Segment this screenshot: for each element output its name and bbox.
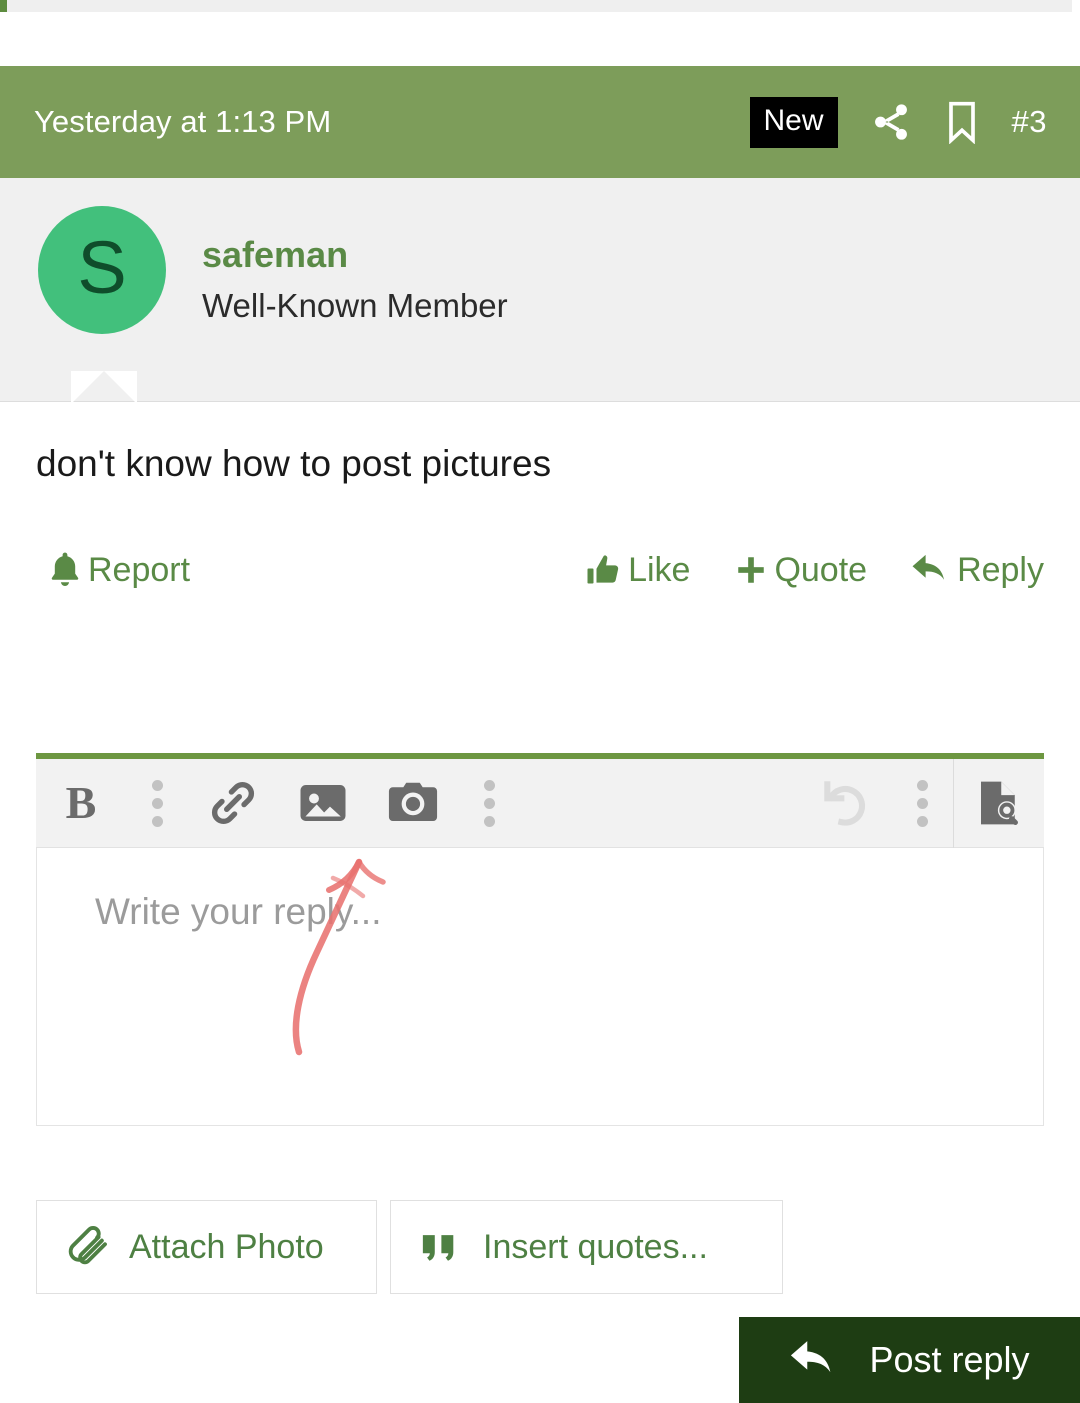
post-timestamp: Yesterday at 1:13 PM [34, 104, 332, 139]
post-body: don't know how to post pictures [0, 403, 1080, 487]
reply-arrow-icon [912, 554, 945, 580]
post-actions-right: Like Quote Reply [586, 551, 1044, 590]
vertical-dots-icon [483, 779, 495, 827]
like-button[interactable]: Like [586, 551, 690, 590]
attach-photo-button[interactable]: Attach Photo [36, 1200, 377, 1294]
forum-post-page: Yesterday at 1:13 PM New #3 S safeman We… [0, 0, 1080, 1403]
post-author-strip: S safeman Well-Known Member [0, 178, 1080, 402]
attach-photo-label: Attach Photo [129, 1227, 324, 1266]
bookmark-icon[interactable] [944, 100, 980, 144]
post-reply-button[interactable]: Post reply [739, 1317, 1080, 1403]
post-header-actions: New #3 [749, 96, 1048, 148]
post-number[interactable]: #3 [1012, 104, 1047, 140]
link-icon [211, 781, 255, 825]
more-insert-options[interactable] [458, 759, 520, 848]
paperclip-icon [68, 1226, 107, 1265]
image-icon [300, 785, 346, 821]
quote-mark-icon [422, 1235, 454, 1261]
insert-quotes-button[interactable]: Insert quotes... [390, 1200, 783, 1294]
share-icon[interactable] [870, 101, 912, 143]
insert-quotes-label: Insert quotes... [483, 1227, 708, 1266]
author-meta: safeman Well-Known Member [202, 206, 508, 325]
more-text-options[interactable] [126, 759, 188, 848]
post-header-bar: Yesterday at 1:13 PM New #3 [0, 66, 1080, 178]
post-reply-label: Post reply [869, 1339, 1030, 1380]
plus-icon [738, 557, 765, 583]
camera-button[interactable] [368, 759, 458, 848]
author-username[interactable]: safeman [202, 234, 508, 275]
reply-textarea[interactable]: Write your reply... [36, 848, 1044, 1126]
insert-link-button[interactable] [188, 759, 278, 848]
avatar[interactable]: S [38, 206, 166, 334]
like-label: Like [628, 550, 691, 589]
bold-icon: B [65, 777, 97, 828]
vertical-dots-icon [916, 779, 928, 827]
quote-button[interactable]: Quote [734, 551, 867, 590]
reply-button[interactable]: Reply [911, 551, 1044, 590]
editor-toolbar: B [36, 758, 1044, 848]
vertical-dots-icon [151, 779, 163, 827]
insert-image-button[interactable] [278, 759, 368, 848]
preview-button[interactable] [954, 759, 1044, 848]
reply-placeholder: Write your reply... [95, 891, 382, 932]
post-message: don't know how to post pictures [36, 443, 552, 484]
bell-icon [51, 552, 79, 586]
report-label: Report [88, 550, 191, 589]
reply-editor: B Write your reply... [36, 753, 1044, 1126]
undo-icon [824, 781, 866, 826]
more-history-options[interactable] [891, 759, 953, 848]
document-search-icon [981, 781, 1018, 826]
bold-button[interactable]: B [36, 759, 126, 848]
attachment-buttons: Attach Photo Insert quotes... [36, 1200, 783, 1294]
reply-arrow-icon [791, 1341, 831, 1373]
thumbs-up-icon [587, 555, 619, 584]
quote-label: Quote [774, 550, 868, 589]
camera-icon [388, 782, 438, 821]
author-title: Well-Known Member [202, 287, 508, 325]
post-action-bar: Report Like Quote Reply [0, 538, 1080, 602]
new-badge: New [749, 96, 838, 148]
reply-label: Reply [957, 550, 1044, 589]
previous-post-fragment [0, 0, 1072, 12]
undo-button[interactable] [801, 759, 891, 848]
report-button[interactable]: Report [48, 551, 190, 590]
